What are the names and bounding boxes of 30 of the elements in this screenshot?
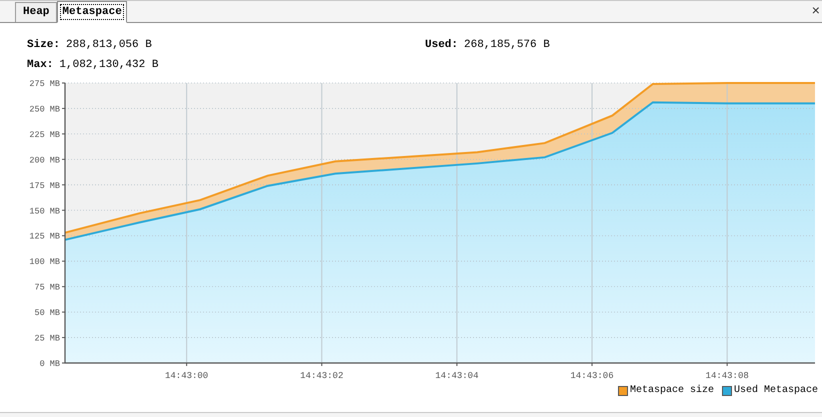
y-tick-label: 75 MB	[34, 282, 60, 293]
stat-value: 268,185,576 B	[464, 38, 550, 53]
y-tick-label: 100 MB	[29, 257, 60, 268]
y-tick-label: 150 MB	[29, 206, 60, 216]
y-tick-label: 125 MB	[29, 232, 60, 242]
y-tick-label: 200 MB	[29, 155, 60, 166]
x-tick-label: 14:43:08	[706, 371, 749, 381]
legend-label: Used Metaspace	[734, 384, 818, 398]
stat-value: 1,082,130,432 B	[59, 58, 158, 72]
x-tick-label: 14:43:02	[300, 371, 344, 381]
tab[interactable]: Metaspace	[57, 1, 127, 23]
legend-swatch-icon	[618, 386, 628, 396]
x-tick-label: 14:43:06	[570, 371, 614, 381]
x-tick-label: 14:43:00	[165, 371, 208, 381]
y-tick-label: 0 MB	[40, 359, 60, 369]
y-tick-label: 175 MB	[29, 180, 60, 191]
y-tick-label: 225 MB	[29, 130, 60, 140]
stat-value: 288,813,056 B	[66, 38, 152, 53]
tab[interactable]: Heap	[15, 2, 58, 22]
x-tick-label: 14:43:04	[435, 371, 478, 381]
stat-label: Size:	[27, 38, 60, 53]
y-tick-label: 275 MB	[29, 79, 60, 89]
y-tick-label: 25 MB	[34, 334, 60, 344]
close-button[interactable]: ×	[812, 4, 820, 18]
stat-label: Used:	[425, 38, 458, 53]
stat-label: Max:	[27, 58, 54, 72]
legend-label: Metaspace size	[630, 384, 714, 398]
y-tick-label: 250 MB	[29, 104, 60, 114]
legend-swatch-icon	[722, 386, 732, 396]
y-tick-label: 50 MB	[34, 308, 60, 318]
